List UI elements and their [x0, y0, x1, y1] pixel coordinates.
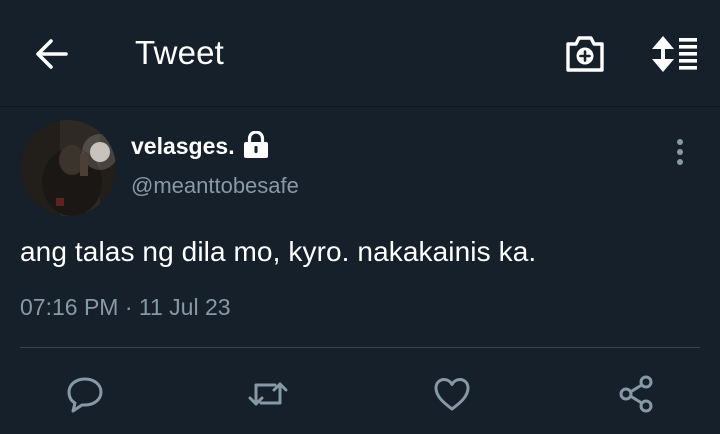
- page-title: Tweet: [135, 34, 225, 71]
- reply-icon: [67, 377, 103, 413]
- display-name[interactable]: velasges.: [131, 133, 235, 160]
- more-vertical-icon: [677, 139, 683, 165]
- like-button[interactable]: [430, 372, 474, 416]
- sort-toggle-button[interactable]: [650, 33, 698, 75]
- timestamp-separator: ·: [124, 294, 133, 320]
- user-handle[interactable]: @meanttobesafe: [131, 173, 299, 199]
- top-app-bar: Tweet: [0, 0, 720, 107]
- sort-toggle-icon: [652, 36, 697, 72]
- heart-icon: [434, 378, 470, 411]
- tweet-time: 07:16 PM: [20, 294, 119, 320]
- lock-icon: [243, 131, 269, 159]
- tweet-text: ang talas ng dila mo, kyro. nakakainis k…: [20, 236, 537, 267]
- avatar[interactable]: [20, 120, 116, 216]
- share-button[interactable]: [614, 372, 658, 416]
- share-icon: [619, 375, 653, 413]
- retweet-icon: [248, 382, 288, 406]
- tweet-date: 11 Jul 23: [138, 294, 231, 320]
- arrow-left-icon: [36, 39, 68, 69]
- camera-plus-icon: [566, 36, 604, 72]
- tweet-timestamp: 07:16 PM · 11 Jul 23: [20, 294, 231, 321]
- divider: [20, 347, 700, 348]
- more-options-button[interactable]: [666, 135, 694, 169]
- back-button[interactable]: [30, 34, 74, 74]
- reply-button[interactable]: [63, 372, 107, 416]
- camera-button[interactable]: [563, 33, 607, 75]
- retweet-button[interactable]: [246, 372, 290, 416]
- avatar-photo: [20, 120, 116, 216]
